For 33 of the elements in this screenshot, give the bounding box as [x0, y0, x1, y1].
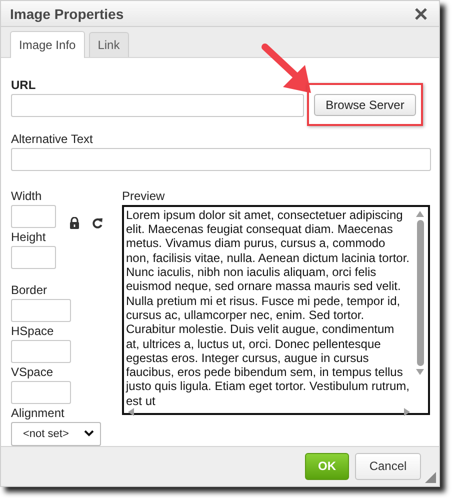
scroll-left-icon[interactable]: [128, 408, 134, 416]
field-label: VSpace: [11, 364, 54, 379]
reset-icon[interactable]: [92, 216, 103, 229]
field-label: Width: [11, 188, 43, 203]
tab[interactable]: Image Info: [10, 30, 85, 58]
browse-server-button[interactable]: Browse Server: [314, 94, 416, 116]
field-label: URL: [11, 78, 37, 92]
cancel-button[interactable]: Cancel: [355, 452, 421, 480]
alt-text-field[interactable]: [11, 148, 431, 171]
chevron-down-icon: [84, 430, 94, 438]
field-label: Height: [11, 230, 47, 244]
spacing-field[interactable]: [11, 298, 71, 322]
scroll-right-icon[interactable]: [404, 408, 410, 416]
lock-icon[interactable]: [69, 216, 80, 229]
close-icon[interactable]: [415, 8, 427, 20]
url-field[interactable]: [11, 94, 304, 117]
resize-grip-icon[interactable]: [425, 472, 436, 483]
field-label: Alignment: [11, 406, 66, 420]
field-label: HSpace: [11, 324, 55, 338]
spacing-field[interactable]: [11, 380, 71, 404]
alignment-select[interactable]: <not set>: [11, 422, 101, 446]
window-title: Image Properties: [10, 6, 124, 22]
field-label: Border: [11, 282, 48, 297]
spacing-field[interactable]: [11, 340, 71, 363]
dimension-field[interactable]: [11, 246, 56, 269]
dimension-field[interactable]: [11, 204, 56, 228]
preview-text: Lorem ipsum dolor sit amet, consectetuer adipiscing elit. Maecenas feugiat consequat diam. Maecenas metus. Vivamus diam purus, cursus a, commodo non, facilisis vitae, nulla. Aenean dictum lacinia tortor. Nunc iaculis, nibh non iaculis aliquam, orci felis euismod neque, sed ornare massa mauris sed velit. Nulla pretium mi et risus. Fusce mi pede, tempor id, cursus ac, ullamcorper nec, enim. Sed tortor. Curabitur molestie. Duis velit augue, condimentum at, ultrices a, luctus ut, orci. Donec pellentesque egestas eros. Integer cursus, augue in cursus faucibus, eros pede bibendum sem, in tempus tellus justo quis ligula. Etiam eget tortor. Vestibulum rutrum, est ut: [124, 206, 410, 408]
field-label: Alternative Text: [11, 132, 94, 146]
arrow-annotation: [261, 43, 313, 95]
tab[interactable]: Link: [88, 32, 129, 57]
scroll-down-icon[interactable]: [416, 368, 424, 375]
preview-label: Preview: [122, 188, 166, 203]
scroll-up-icon[interactable]: [416, 210, 424, 217]
